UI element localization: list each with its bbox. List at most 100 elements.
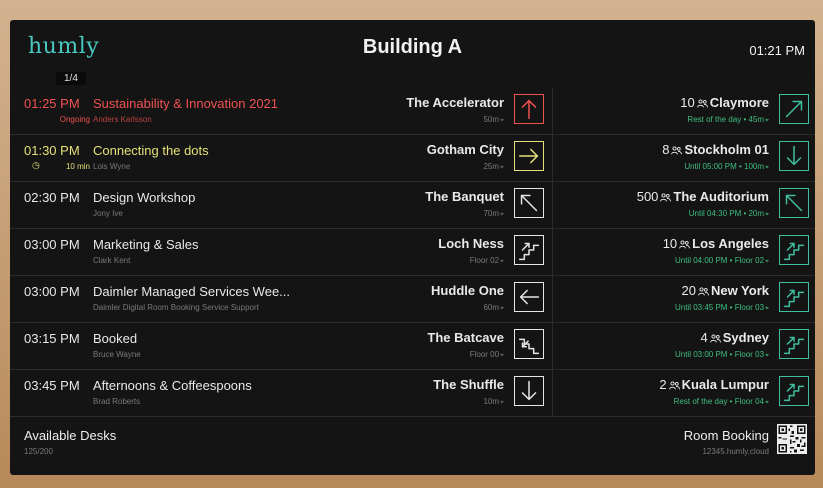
event-entry[interactable]: 01:25 PM Sustainability & Innovation 2021… [10,88,553,134]
available-room[interactable]: 4 Sydney Until 03:00 PM • Floor 03⌖ [553,323,815,369]
available-room[interactable]: 2 Kuala Lumpur Rest of the day • Floor 04⌖ [553,370,815,416]
direction-arrow-icon [779,376,809,406]
table-row: 03:15 PM Booked Bruce Wayne The Batcave Floo… [10,323,815,370]
event-room-info: 10m⌖ [483,397,504,406]
event-room: The Accelerator [406,95,504,110]
room-capacity: 20 [681,283,696,298]
event-time: 01:25 PM [24,96,80,111]
event-entry[interactable]: 03:15 PM Booked Bruce Wayne The Batcave Floo… [10,323,553,369]
footer: Available Desks 125/200 Room Booking 123… [10,412,815,475]
room-name: 10 Los Angeles [662,236,769,251]
direction-arrow-icon [779,94,809,124]
room-availability: Rest of the day • 45m⌖ [687,115,769,124]
event-time: 03:00 PM [24,284,80,299]
event-entry[interactable]: 01:30 PM Connecting the dots ◷ 10 min Lois W… [10,135,553,181]
event-title: Booked [93,331,138,346]
event-room-info: 50m⌖ [483,115,504,124]
table-row: 01:30 PM Connecting the dots ◷ 10 min Lois W… [10,135,815,182]
available-desks-count: 125/200 [24,447,53,456]
event-time: 01:30 PM [24,143,80,158]
people-icon [695,95,710,110]
qr-code-icon[interactable] [777,424,807,454]
page-title: Building A [362,36,463,58]
room-availability: Until 03:45 PM • Floor 03⌖ [674,303,769,312]
room-display-screen: humly Building A 01:21 PM 1/4 01:25 PM Su… [10,20,815,475]
direction-arrow-icon [779,329,809,359]
room-capacity: 10 [680,95,695,110]
people-icon [667,377,682,392]
event-room-info: 60m⌖ [483,303,504,312]
available-desks-label: Available Desks [24,428,117,443]
header: humly Building A 01:21 PM 1/4 [10,20,815,85]
room-name: 500 The Auditorium [636,189,769,204]
direction-arrow-icon [514,282,544,312]
event-title: Sustainability & Innovation 2021 [93,96,279,111]
table-row: 02:30 PM Design Workshop Jony Ive The Banqu… [10,182,815,229]
wall-background: humly Building A 01:21 PM 1/4 01:25 PM Su… [0,0,823,488]
event-organizer: Bruce Wayne [93,350,141,359]
event-status: 10 min [65,162,90,171]
event-organizer: Brad Roberts [93,397,141,406]
event-room: The Batcave [427,330,504,345]
direction-arrow-icon [514,188,544,218]
room-availability: Until 05:00 PM • 100m⌖ [684,162,769,171]
room-availability: Until 03:00 PM • Floor 03⌖ [674,350,769,359]
event-status: Ongoing [59,115,90,124]
direction-arrow-icon [779,141,809,171]
room-name: 10 Claymore [680,95,769,110]
event-room-info: Floor 00⌖ [469,350,504,359]
event-time: 02:30 PM [24,190,80,205]
direction-arrow-icon [514,235,544,265]
direction-arrow-icon [514,329,544,359]
event-room: Gotham City [426,142,504,157]
room-availability: Until 04:30 PM • 20m⌖ [688,209,769,218]
room-capacity: 4 [700,330,708,345]
room-name: 4 Sydney [700,330,769,345]
people-icon [658,189,673,204]
table-row: 01:25 PM Sustainability & Innovation 2021… [10,88,815,135]
available-room[interactable]: 500 The Auditorium Until 04:30 PM • 20m⌖ [553,182,815,228]
table-row: 03:45 PM Afternoons & Coffeespoons Brad Ro… [10,370,815,417]
available-room[interactable]: 20 New York Until 03:45 PM • Floor 03⌖ [553,276,815,322]
event-organizer: Lois Wyne [93,162,131,171]
direction-arrow-icon [514,376,544,406]
event-entry[interactable]: 03:00 PM Marketing & Sales Clark Kent Loch … [10,229,553,275]
event-room: The Banquet [425,189,504,204]
table-row: 03:00 PM Daimler Managed Services Wee... D… [10,276,815,323]
room-name: 8 Stockholm 01 [662,142,769,157]
available-room[interactable]: 10 Claymore Rest of the day • 45m⌖ [553,88,815,134]
event-organizer: Jony Ive [93,209,123,218]
event-title: Connecting the dots [93,143,209,158]
event-organizer: Daimler Digital Room Booking Service Sup… [93,303,259,312]
people-icon [696,283,711,298]
event-time: 03:00 PM [24,237,80,252]
direction-arrow-icon [779,188,809,218]
event-entry[interactable]: 02:30 PM Design Workshop Jony Ive The Banqu… [10,182,553,228]
room-name: 2 Kuala Lumpur [659,377,769,392]
room-availability: Rest of the day • Floor 04⌖ [673,397,769,406]
room-capacity: 500 [636,189,659,204]
room-capacity: 2 [659,377,667,392]
clock: 01:21 PM [749,43,805,58]
event-entry[interactable]: 03:45 PM Afternoons & Coffeespoons Brad Ro… [10,370,553,416]
event-entry[interactable]: 03:00 PM Daimler Managed Services Wee... D… [10,276,553,322]
available-room[interactable]: 10 Los Angeles Until 04:00 PM • Floor 02⌖ [553,229,815,275]
schedule-list: 01:25 PM Sustainability & Innovation 2021… [10,88,815,417]
event-organizer: Anders Karlsson [93,115,152,124]
room-booking-label: Room Booking [683,428,769,443]
event-organizer: Clark Kent [93,256,131,265]
event-time: 03:15 PM [24,331,80,346]
available-room[interactable]: 8 Stockholm 01 Until 05:00 PM • 100m⌖ [553,135,815,181]
people-icon [677,236,692,251]
event-room: Loch Ness [438,236,504,251]
page-indicator[interactable]: 1/4 [56,72,86,85]
event-room-info: Floor 02⌖ [469,256,504,265]
direction-arrow-icon [779,235,809,265]
room-capacity: 10 [662,236,678,251]
room-booking-url: 12345.humly.cloud [702,447,769,456]
event-room: Huddle One [431,283,504,298]
people-icon [669,142,684,157]
direction-arrow-icon [514,94,544,124]
event-room: The Shuffle [433,377,504,392]
direction-arrow-icon [779,282,809,312]
